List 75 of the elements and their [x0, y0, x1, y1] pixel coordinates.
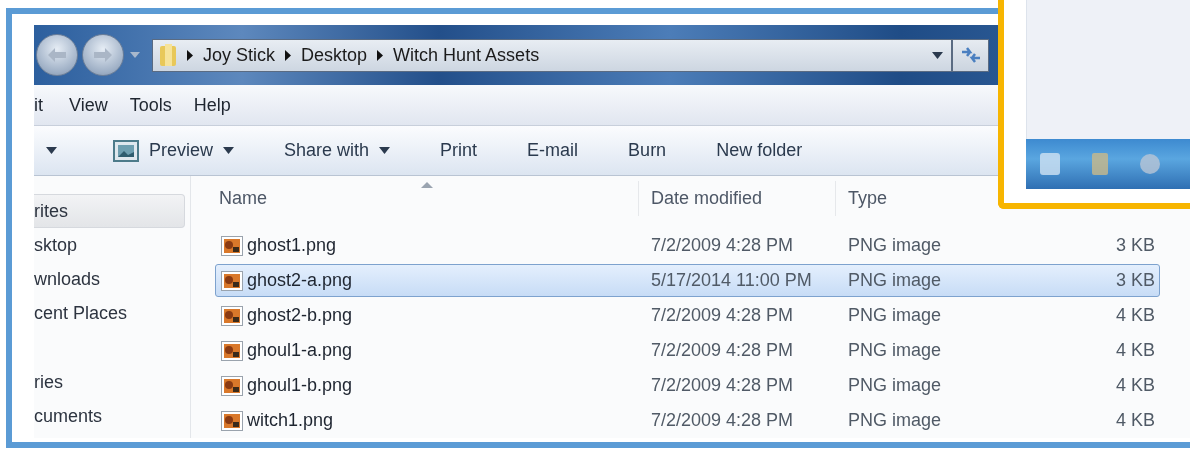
breadcrumb[interactable]: Witch Hunt Assets: [393, 44, 540, 66]
toolbar-button[interactable]: Burn: [622, 136, 673, 165]
menu-item[interactable]: Tools: [129, 94, 172, 116]
chevron-icon: [187, 49, 193, 61]
file-name: ghost1.png: [247, 235, 337, 256]
size-cell-text: 3 KB: [1114, 270, 1156, 291]
type-cell-text: PNG image: [847, 340, 943, 361]
type-cell-text: PNG image: [847, 305, 943, 326]
taskbar-icon[interactable]: [1038, 151, 1062, 177]
refresh-button[interactable]: [952, 38, 989, 72]
chevron-icon: [377, 49, 384, 61]
image-file-icon: [221, 270, 243, 291]
file-name: ghost2-a.png: [247, 270, 353, 291]
file-name: ghost2-b.png: [247, 305, 353, 326]
nav-item[interactable]: ries: [34, 365, 185, 399]
back-button[interactable]: [36, 34, 78, 76]
size-cell-text: 4 KB: [1114, 375, 1156, 396]
nav-item[interactable]: sktop: [34, 228, 185, 262]
menu-item[interactable]: Help: [193, 94, 231, 116]
preview-icon: [113, 139, 139, 162]
chevron-icon: [285, 49, 292, 61]
file-row[interactable]: ghoul1-b.png 7/2/2009 4:28 PM PNG image 4 KB: [215, 369, 1160, 402]
size-cell-text: 4 KB: [1114, 305, 1156, 326]
file-name: ghoul1-b.png: [247, 375, 353, 396]
toolbar-button[interactable]: New folder: [710, 136, 809, 165]
size-cell-text: 4 KB: [1114, 340, 1156, 361]
date-cell-text: 7/2/2009 4:28 PM: [650, 235, 795, 256]
size-cell-text: 4 KB: [1114, 410, 1156, 431]
file-row[interactable]: ghost1.png 7/2/2009 4:28 PM PNG image 3 KB: [215, 229, 1160, 262]
type-cell-text: PNG image: [847, 410, 943, 431]
date-cell-text: 7/2/2009 4:28 PM: [650, 305, 795, 326]
image-file-icon: [221, 235, 243, 256]
folder-icon: [159, 43, 177, 67]
dropdown-arrow-icon: [932, 51, 943, 59]
column-header[interactable]: Name: [215, 181, 638, 216]
forward-button[interactable]: [82, 34, 124, 76]
image-file-icon: [221, 305, 243, 326]
toolbar-button[interactable]: Print: [434, 136, 484, 165]
file-name: ghoul1-a.png: [247, 340, 353, 361]
menu-item[interactable]: View: [69, 94, 108, 116]
dropdown-arrow-icon: [223, 147, 235, 154]
menu-item[interactable]: it: [34, 94, 43, 116]
date-cell-text: 7/2/2009 4:28 PM: [650, 375, 795, 396]
column-header[interactable]: Date modified: [638, 181, 835, 216]
nav-item[interactable]: rites: [34, 194, 185, 228]
date-cell-text: 7/2/2009 4:28 PM: [650, 410, 795, 431]
type-cell-text: PNG image: [847, 375, 943, 396]
size-cell-text: 3 KB: [1114, 235, 1156, 256]
file-row[interactable]: ghoul1-a.png 7/2/2009 4:28 PM PNG image 4 KB: [215, 334, 1160, 367]
file-name: witch1.png: [247, 410, 334, 431]
dropdown-arrow-icon: [379, 147, 391, 154]
file-row[interactable]: ghost2-a.png 5/17/2014 11:00 PM PNG image 3 KB: [215, 264, 1160, 297]
nav-item[interactable]: cent Places: [34, 296, 185, 330]
toolbar-button[interactable]: E-mail: [521, 136, 585, 165]
date-cell-text: 7/2/2009 4:28 PM: [650, 340, 795, 361]
breadcrumb[interactable]: Joy Stick: [203, 44, 276, 66]
back-arrow-icon: [48, 48, 66, 62]
image-file-icon: [221, 375, 243, 396]
type-cell-text: PNG image: [847, 235, 943, 256]
date-cell-text: 5/17/2014 11:00 PM: [650, 270, 813, 291]
type-cell-text: PNG image: [847, 270, 943, 291]
dropdown-arrow-icon: [46, 147, 57, 154]
toolbar-button[interactable]: Preview: [107, 135, 241, 166]
image-file-icon: [221, 410, 243, 431]
address-bar[interactable]: Joy Stick Desktop Witch Hunt Assets: [152, 38, 952, 72]
nav-item[interactable]: cuments: [34, 399, 185, 433]
forward-arrow-icon: [94, 48, 112, 62]
refresh-icon: [959, 46, 982, 64]
file-row[interactable]: witch1.png 7/2/2009 4:28 PM PNG image 4 KB: [215, 404, 1160, 437]
history-dropdown-icon[interactable]: [130, 52, 140, 58]
nav-item[interactable]: wnloads: [34, 262, 185, 296]
breadcrumb[interactable]: Desktop: [301, 44, 368, 66]
file-row[interactable]: ghost2-b.png 7/2/2009 4:28 PM PNG image 4 KB: [215, 299, 1160, 332]
image-file-icon: [221, 340, 243, 361]
toolbar-button[interactable]: Share with: [278, 136, 397, 165]
